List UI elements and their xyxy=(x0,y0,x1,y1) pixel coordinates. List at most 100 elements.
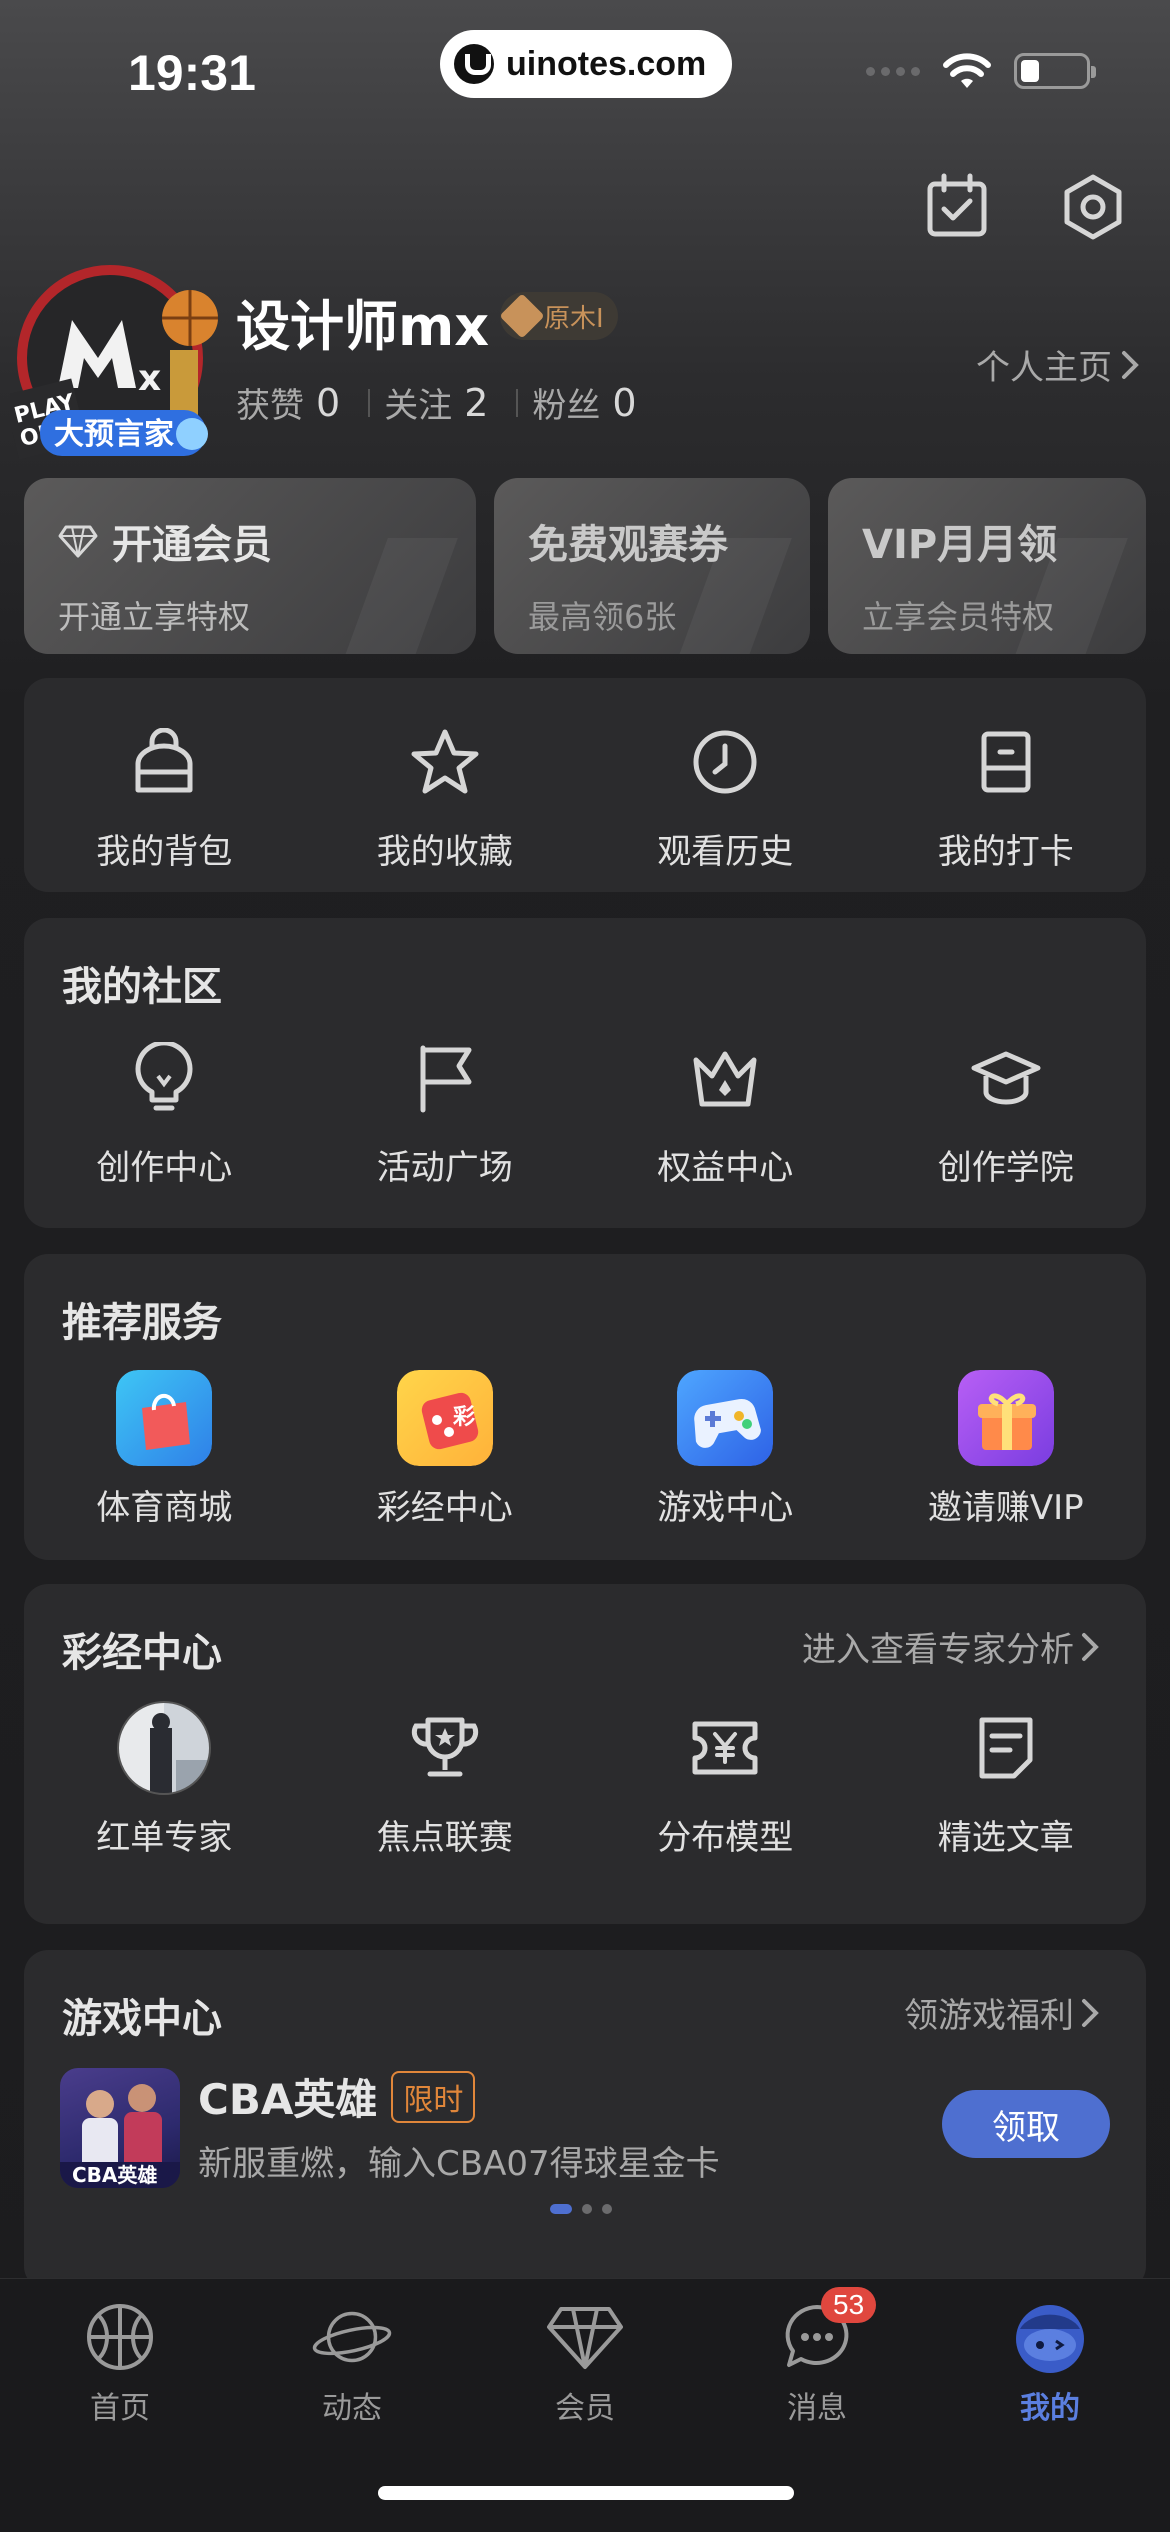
battery-icon xyxy=(1014,53,1096,89)
tab-messages[interactable]: 53 消息 xyxy=(737,2287,897,2427)
lottery-label: 焦点联赛 xyxy=(376,1818,513,1858)
shopping-bag-icon xyxy=(116,1370,213,1466)
stat-divider xyxy=(516,388,519,417)
lottery-label: 分布模型 xyxy=(657,1818,794,1858)
pager-dot[interactable] xyxy=(602,2204,612,2214)
claim-button[interactable]: 领取 xyxy=(942,2090,1110,2158)
service-game-center[interactable]: 游戏中心 xyxy=(585,1370,866,1529)
services-panel: 推荐服务 体育商城 彩 彩经中心 游戏中心 邀请赚VIP xyxy=(24,1254,1146,1560)
game-center-panel: 游戏中心 领游戏福利 CBA英雄 CBA英雄 限时 新服重燃，输入CBA07得球… xyxy=(24,1950,1146,2290)
crown-icon xyxy=(693,1051,757,1107)
service-invite-vip[interactable]: 邀请赚VIP xyxy=(866,1370,1147,1529)
lottery-expert-link[interactable]: 进入查看专家分析 xyxy=(802,1622,1100,1671)
game-thumbnail[interactable]: CBA英雄 xyxy=(60,2068,180,2188)
action-label: 观看历史 xyxy=(657,832,794,872)
tab-membership[interactable]: 会员 xyxy=(505,2297,665,2427)
vip-card-title: VIP月月领 xyxy=(862,522,1058,568)
star-icon xyxy=(411,729,479,794)
action-history[interactable]: 观看历史 xyxy=(585,714,866,873)
community-activity-plaza[interactable]: 活动广场 xyxy=(305,1030,586,1189)
game-benefits-link[interactable]: 领游戏福利 xyxy=(904,1988,1100,2037)
vip-card-title: 开通会员 xyxy=(112,522,272,568)
community-label: 活动广场 xyxy=(376,1148,513,1188)
level-badge[interactable]: 原木I xyxy=(499,292,618,340)
pager-dot[interactable] xyxy=(582,2204,592,2214)
status-time: 19:31 xyxy=(128,45,256,101)
lottery-selected-articles[interactable]: 精选文章 xyxy=(866,1700,1147,1859)
personal-homepage-link[interactable]: 个人主页 xyxy=(976,340,1140,389)
stat-label[interactable]: 粉丝 xyxy=(532,378,600,427)
uinotes-logo-icon xyxy=(454,44,494,84)
tab-label: 动态 xyxy=(322,2391,382,2426)
url-text: uinotes.com xyxy=(506,44,707,83)
vip-card-membership[interactable]: 开通会员 开通立享特权 xyxy=(24,478,476,654)
level-badge-label: 原木I xyxy=(544,303,604,334)
stat-divider xyxy=(368,388,371,417)
cba-players-image: CBA英雄 xyxy=(60,2084,180,2188)
action-backpack[interactable]: 我的背包 xyxy=(24,714,305,873)
lottery-link-label: 进入查看专家分析 xyxy=(802,1630,1074,1670)
stat-value[interactable]: 0 xyxy=(316,381,340,425)
game-name: CBA英雄 xyxy=(198,2075,378,2124)
expert-avatar xyxy=(117,1701,212,1795)
community-label: 创作中心 xyxy=(96,1148,233,1188)
clock-icon xyxy=(693,730,757,794)
community-creation-center[interactable]: 创作中心 xyxy=(24,1030,305,1189)
lottery-distribution-model[interactable]: 分布模型 xyxy=(585,1700,866,1859)
personal-homepage-label: 个人主页 xyxy=(976,348,1112,388)
avatar[interactable]: x PLAY OFFS 大预言家 xyxy=(10,258,222,468)
signal-dots-icon xyxy=(866,66,920,76)
lottery-title: 彩经中心 xyxy=(62,1630,222,1676)
settings-icon[interactable] xyxy=(1058,172,1128,242)
game-title-row[interactable]: CBA英雄 限时 xyxy=(198,2066,476,2127)
action-label: 我的打卡 xyxy=(937,832,1074,872)
action-checkin[interactable]: 我的打卡 xyxy=(866,714,1147,873)
community-title: 我的社区 xyxy=(62,964,222,1010)
quick-actions-panel: 我的背包 我的收藏 观看历史 我的打卡 xyxy=(24,678,1146,892)
stat-label[interactable]: 获赞 xyxy=(236,378,304,427)
stat-label[interactable]: 关注 xyxy=(384,378,452,427)
level-diamond-icon xyxy=(499,293,545,339)
community-label: 权益中心 xyxy=(657,1148,794,1188)
service-label: 游戏中心 xyxy=(657,1488,794,1528)
tab-label: 首页 xyxy=(90,2391,150,2426)
limited-tag: 限时 xyxy=(391,2070,476,2123)
vip-card-title: 免费观赛券 xyxy=(528,522,728,568)
pager-dot-active[interactable] xyxy=(550,2204,572,2214)
calendar-check-icon[interactable] xyxy=(922,172,992,242)
tab-home[interactable]: 首页 xyxy=(40,2297,200,2427)
username[interactable]: 设计师mx xyxy=(236,282,489,361)
ticket-yen-icon xyxy=(692,1721,758,1775)
community-label: 创作学院 xyxy=(937,1148,1074,1188)
tab-mine[interactable]: 我的 xyxy=(970,2297,1130,2427)
home-indicator xyxy=(378,2486,794,2500)
service-label: 彩经中心 xyxy=(376,1488,513,1528)
stat-value[interactable]: 0 xyxy=(612,381,636,425)
svg-text:大预言家: 大预言家 xyxy=(54,417,174,452)
action-label: 我的收藏 xyxy=(376,832,513,872)
game-thumb-text: CBA英雄 xyxy=(72,2163,157,2187)
service-lottery[interactable]: 彩 彩经中心 xyxy=(305,1370,586,1529)
community-academy[interactable]: 创作学院 xyxy=(866,1030,1147,1189)
profile-stats: 获赞 0 关注 2 粉丝 0 xyxy=(236,378,651,427)
lottery-red-expert[interactable]: 红单专家 xyxy=(24,1700,305,1859)
lottery-panel: 彩经中心 进入查看专家分析 红单专家 焦点联赛 分布模型 精选文章 xyxy=(24,1584,1146,1924)
action-favorites[interactable]: 我的收藏 xyxy=(305,714,586,873)
tab-feed[interactable]: 动态 xyxy=(272,2297,432,2427)
vip-card-monthly[interactable]: VIP月月领 立享会员特权 xyxy=(828,478,1146,654)
service-sports-mall[interactable]: 体育商城 xyxy=(24,1370,305,1529)
checkin-icon xyxy=(981,731,1031,793)
trophy-icon xyxy=(411,1717,478,1777)
carousel-pager[interactable] xyxy=(550,2204,612,2214)
lottery-focus-league[interactable]: 焦点联赛 xyxy=(305,1700,586,1859)
vip-card-free-tickets[interactable]: 免费观赛券 最高领6张 xyxy=(494,478,810,654)
gamepad-icon xyxy=(677,1370,774,1466)
tab-label: 消息 xyxy=(787,2391,847,2426)
stat-value[interactable]: 2 xyxy=(464,381,488,425)
lottery-icon: 彩 xyxy=(396,1370,493,1466)
game-center-title: 游戏中心 xyxy=(62,1996,222,2042)
community-rights-center[interactable]: 权益中心 xyxy=(585,1030,866,1189)
bulb-icon xyxy=(135,1042,193,1111)
lottery-label: 精选文章 xyxy=(937,1818,1074,1858)
message-count-badge: 53 xyxy=(821,2287,877,2323)
